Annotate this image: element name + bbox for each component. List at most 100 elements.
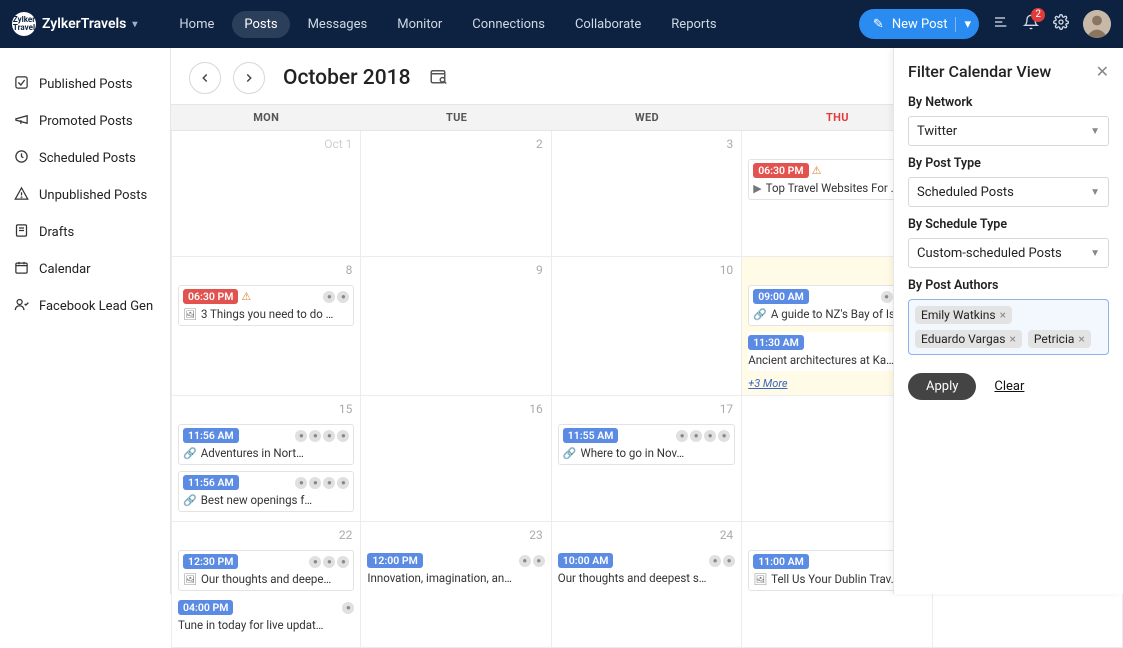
list-icon[interactable] bbox=[993, 14, 1009, 34]
nav-item-collaborate[interactable]: Collaborate bbox=[563, 11, 653, 38]
sidebar-item-published-posts[interactable]: Published Posts bbox=[0, 66, 170, 103]
nav-item-reports[interactable]: Reports bbox=[659, 11, 728, 38]
link-icon: 🔗 bbox=[563, 447, 577, 460]
remove-chip-icon[interactable]: × bbox=[1009, 332, 1015, 346]
sidebar-item-promoted-posts[interactable]: Promoted Posts bbox=[0, 103, 170, 140]
calendar-event[interactable]: 11:56 AM●●●●🔗Adventures in Nort… bbox=[178, 424, 354, 465]
event-time: 11:55 AM bbox=[563, 428, 619, 443]
calendar-cell[interactable]: 2212:30 PM●●●🖼Our thoughts and deepe…04:… bbox=[171, 522, 361, 648]
link-icon: 🔗 bbox=[753, 308, 767, 321]
filter-network-value: Twitter bbox=[917, 124, 957, 139]
chevron-down-icon: ▼ bbox=[1090, 248, 1100, 259]
video-icon: ▶ bbox=[753, 182, 761, 195]
dow-mon: MON bbox=[171, 105, 361, 130]
notifications-count: 2 bbox=[1031, 8, 1045, 22]
nav-item-connections[interactable]: Connections bbox=[460, 11, 557, 38]
nav-item-home[interactable]: Home bbox=[167, 11, 226, 38]
sidebar-item-unpublished-posts[interactable]: Unpublished Posts bbox=[0, 177, 170, 214]
calendar-cell[interactable]: 2 bbox=[361, 131, 551, 257]
apply-button[interactable]: Apply bbox=[908, 373, 976, 400]
calendar-cell[interactable]: 10 bbox=[552, 257, 742, 396]
calendar-cell[interactable]: 2312:00 PM●●Innovation, imagination, an… bbox=[361, 522, 551, 648]
calendar-event[interactable]: 06:30 PM⚠●●🖼3 Things you need to do … bbox=[178, 285, 354, 326]
day-number: 17 bbox=[720, 402, 734, 416]
event-time: 06:30 PM bbox=[183, 289, 238, 304]
calendar-cell[interactable]: Oct 1 bbox=[171, 131, 361, 257]
filter-posttype-select[interactable]: Scheduled Posts ▼ bbox=[908, 177, 1109, 207]
calendar-search-icon[interactable] bbox=[429, 67, 447, 89]
event-time: 12:00 PM bbox=[367, 553, 422, 568]
notifications-button[interactable]: 2 bbox=[1023, 14, 1039, 34]
clear-link[interactable]: Clear bbox=[994, 379, 1024, 394]
close-icon[interactable]: ✕ bbox=[1096, 62, 1109, 81]
remove-chip-icon[interactable]: × bbox=[1078, 332, 1084, 346]
filter-panel: Filter Calendar View ✕ By Network Twitte… bbox=[893, 48, 1123, 594]
nav-item-messages[interactable]: Messages bbox=[296, 11, 380, 38]
author-chip[interactable]: Eduardo Vargas × bbox=[915, 330, 1022, 348]
gear-icon[interactable] bbox=[1053, 14, 1069, 34]
calendar-event[interactable]: 12:30 PM●●●🖼Our thoughts and deepe… bbox=[178, 550, 354, 591]
calendar-cell[interactable]: 2410:00 AM●●Our thoughts and deepest s… bbox=[552, 522, 742, 648]
sidebar-item-calendar[interactable]: Calendar bbox=[0, 251, 170, 288]
sidebar-item-scheduled-posts[interactable]: Scheduled Posts bbox=[0, 140, 170, 177]
nav-item-monitor[interactable]: Monitor bbox=[385, 11, 454, 38]
calendar-event[interactable]: 04:00 PM●Tune in today for live updat… bbox=[178, 597, 354, 636]
sidebar-item-label: Calendar bbox=[39, 262, 91, 277]
event-time: 11:56 AM bbox=[183, 475, 239, 490]
author-chip[interactable]: Emily Watkins × bbox=[915, 306, 1012, 324]
event-time: 09:00 AM bbox=[753, 289, 809, 304]
event-time: 04:00 PM bbox=[178, 600, 233, 615]
more-events-link[interactable]: +3 More bbox=[748, 377, 787, 390]
filter-network-select[interactable]: Twitter ▼ bbox=[908, 116, 1109, 146]
sidebar-item-facebook-lead-gen[interactable]: Facebook Lead Gen bbox=[0, 288, 170, 325]
prev-month-button[interactable] bbox=[189, 62, 221, 94]
warning-icon: ⚠ bbox=[812, 164, 822, 177]
event-title: Innovation, imagination, an… bbox=[367, 571, 512, 585]
day-number: 16 bbox=[529, 402, 543, 416]
calendar-event[interactable]: 12:00 PM●●Innovation, imagination, an… bbox=[367, 550, 544, 589]
day-number: 15 bbox=[339, 402, 353, 416]
calendar-event[interactable]: 11:56 AM●●●●🔗Best new openings f… bbox=[178, 471, 354, 512]
calendar-cell[interactable]: 3 bbox=[552, 131, 742, 257]
new-post-button[interactable]: ✎ New Post ▾ bbox=[859, 9, 979, 39]
chevron-down-icon: ▼ bbox=[1090, 187, 1100, 198]
remove-chip-icon[interactable]: × bbox=[1000, 308, 1006, 322]
next-month-button[interactable] bbox=[233, 62, 265, 94]
chevron-down-icon[interactable]: ▾ bbox=[955, 17, 971, 32]
plus-icon: ✎ bbox=[873, 17, 884, 32]
calendar-cell[interactable]: 1511:56 AM●●●●🔗Adventures in Nort…11:56 … bbox=[171, 396, 361, 522]
warning-icon bbox=[14, 186, 29, 205]
chip-label: Emily Watkins bbox=[921, 308, 996, 322]
calendar-cell[interactable]: 17 11:55 AM ●●●● 🔗 Where to go in Nov… bbox=[552, 396, 742, 522]
filter-authors-input[interactable]: Emily Watkins×Eduardo Vargas×Petricia× bbox=[908, 299, 1109, 355]
filter-schedtype-select[interactable]: Custom-scheduled Posts ▼ bbox=[908, 238, 1109, 268]
chip-label: Eduardo Vargas bbox=[921, 332, 1005, 346]
calendar-cell[interactable]: 9 bbox=[361, 257, 551, 396]
month-title: October 2018 bbox=[283, 66, 411, 90]
event-title: Ancient architectures at Ka… bbox=[748, 353, 894, 367]
event-title: Where to go in Nov… bbox=[581, 446, 685, 460]
event-time: 12:30 PM bbox=[183, 554, 238, 569]
filter-posttype-value: Scheduled Posts bbox=[917, 185, 1014, 200]
filter-title: Filter Calendar View bbox=[908, 62, 1051, 81]
topbar: Zylker Travel ZylkerTravels ▾ HomePosts M… bbox=[0, 0, 1123, 48]
nav-item-posts[interactable]: Posts bbox=[232, 11, 289, 38]
avatar[interactable] bbox=[1083, 10, 1111, 38]
brand[interactable]: Zylker Travel ZylkerTravels ▾ bbox=[12, 12, 147, 36]
event-time: 10:00 AM bbox=[558, 553, 614, 568]
calendar-cell[interactable]: 16 bbox=[361, 396, 551, 522]
filter-posttype-label: By Post Type bbox=[908, 156, 1109, 171]
calendar-event[interactable]: 10:00 AM●●Our thoughts and deepest s… bbox=[558, 550, 735, 589]
sidebar-item-drafts[interactable]: Drafts bbox=[0, 214, 170, 251]
event-time: 11:56 AM bbox=[183, 428, 239, 443]
author-chip[interactable]: Petricia× bbox=[1028, 330, 1091, 348]
calendar-event[interactable]: 11:55 AM ●●●● 🔗 Where to go in Nov… bbox=[558, 424, 735, 465]
event-title: Adventures in Nort… bbox=[201, 446, 304, 460]
day-number: 8 bbox=[346, 263, 353, 277]
day-number: 9 bbox=[536, 263, 543, 277]
calendar-cell[interactable]: 8 06:30 PM⚠●●🖼3 Things you need to do … bbox=[171, 257, 361, 396]
brand-logo: Zylker Travel bbox=[12, 12, 36, 36]
event-title: Tell Us Your Dublin Trav… bbox=[771, 572, 898, 586]
network-icons: ● bbox=[342, 602, 354, 614]
network-icons: ●●●● bbox=[676, 430, 730, 442]
